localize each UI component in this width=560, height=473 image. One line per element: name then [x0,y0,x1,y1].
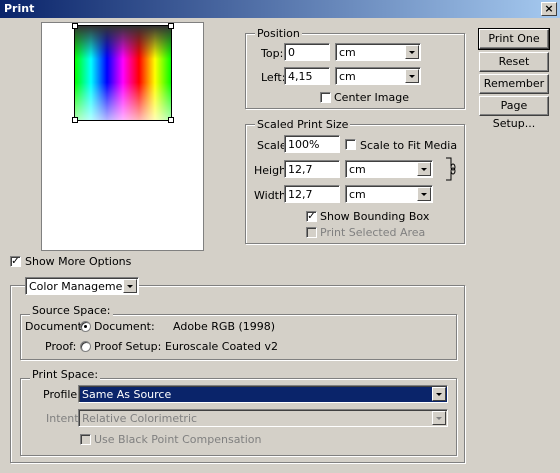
chevron-down-icon [417,187,431,201]
intent-value: Relative Colorimetric [82,412,198,425]
document-radio[interactable] [80,321,91,332]
center-image-checkbox[interactable] [320,92,331,103]
intent-select[interactable]: Relative Colorimetric [78,409,448,427]
show-bounding-box-label: Show Bounding Box [320,210,430,223]
left-input[interactable]: 4,15 [284,67,330,85]
document-radio-label: Document: [94,320,155,333]
window-title: Print [4,2,35,15]
title-bar [0,0,560,18]
print-selected-area-checkbox[interactable] [306,227,317,238]
bounding-handle[interactable] [72,117,78,123]
left-label: Left: [261,71,286,84]
reset-button[interactable]: Reset [479,52,549,72]
scale-to-fit-checkbox[interactable] [345,139,356,150]
chevron-down-icon [432,387,446,401]
intent-label: Intent: [46,412,83,425]
scaled-legend: Scaled Print Size [255,118,351,131]
proof-profile: Euroscale Coated v2 [165,340,278,353]
width-unit-value: cm [349,188,366,201]
height-input[interactable]: 12,7 [284,160,340,178]
chevron-down-icon [405,69,419,83]
left-unit-select[interactable]: cm [335,67,421,85]
image-thumbnail[interactable] [74,25,172,121]
show-more-options-label: Show More Options [25,255,132,268]
remember-button[interactable]: Remember [479,74,549,94]
options-type-value: Color Management [29,280,134,293]
profile-value: Same As Source [82,388,172,401]
scale-input[interactable]: 100% [284,135,340,153]
proof-radio[interactable] [80,341,91,352]
print-one-button[interactable]: Print One [478,28,550,50]
width-unit-select[interactable]: cm [345,185,433,203]
black-point-label: Use Black Point Compensation [94,433,262,446]
width-input[interactable]: 12,7 [284,185,340,203]
profile-select[interactable]: Same As Source [78,385,448,403]
top-unit-value: cm [339,46,356,59]
height-unit-select[interactable]: cm [345,160,433,178]
close-icon: × [544,2,554,15]
print-space-legend: Print Space: [30,368,101,381]
proof-label: Proof: [45,340,77,353]
black-point-checkbox[interactable] [80,434,91,445]
position-legend: Position [255,27,302,40]
bounding-handle[interactable] [72,23,78,29]
bounding-handle[interactable] [168,23,174,29]
document-label: Document: [25,320,86,333]
chevron-down-icon [432,411,446,425]
left-unit-value: cm [339,70,356,83]
print-selected-area-label: Print Selected Area [320,226,426,239]
center-image-label: Center Image [334,91,409,104]
show-bounding-box-checkbox[interactable]: ✓ [306,211,317,222]
top-input[interactable]: 0 [284,43,330,61]
link-chain-icon [446,157,456,181]
height-unit-value: cm [349,163,366,176]
top-unit-select[interactable]: cm [335,43,421,61]
options-type-select[interactable]: Color Management [25,277,139,295]
bounding-handle[interactable] [168,117,174,123]
profile-label: Profile: [43,388,81,401]
top-label: Top: [261,47,284,60]
scale-to-fit-label: Scale to Fit Media [360,139,458,152]
chevron-down-icon [417,162,431,176]
chevron-down-icon [123,279,137,293]
page-setup-button[interactable]: Page Setup... [479,96,549,130]
show-more-options-checkbox[interactable]: ✓ [10,256,21,267]
document-profile: Adobe RGB (1998) [173,320,276,333]
chevron-down-icon [405,45,419,59]
proof-radio-label: Proof Setup: [94,340,162,353]
close-button[interactable]: × [541,2,557,16]
source-space-legend: Source Space: [30,304,113,317]
